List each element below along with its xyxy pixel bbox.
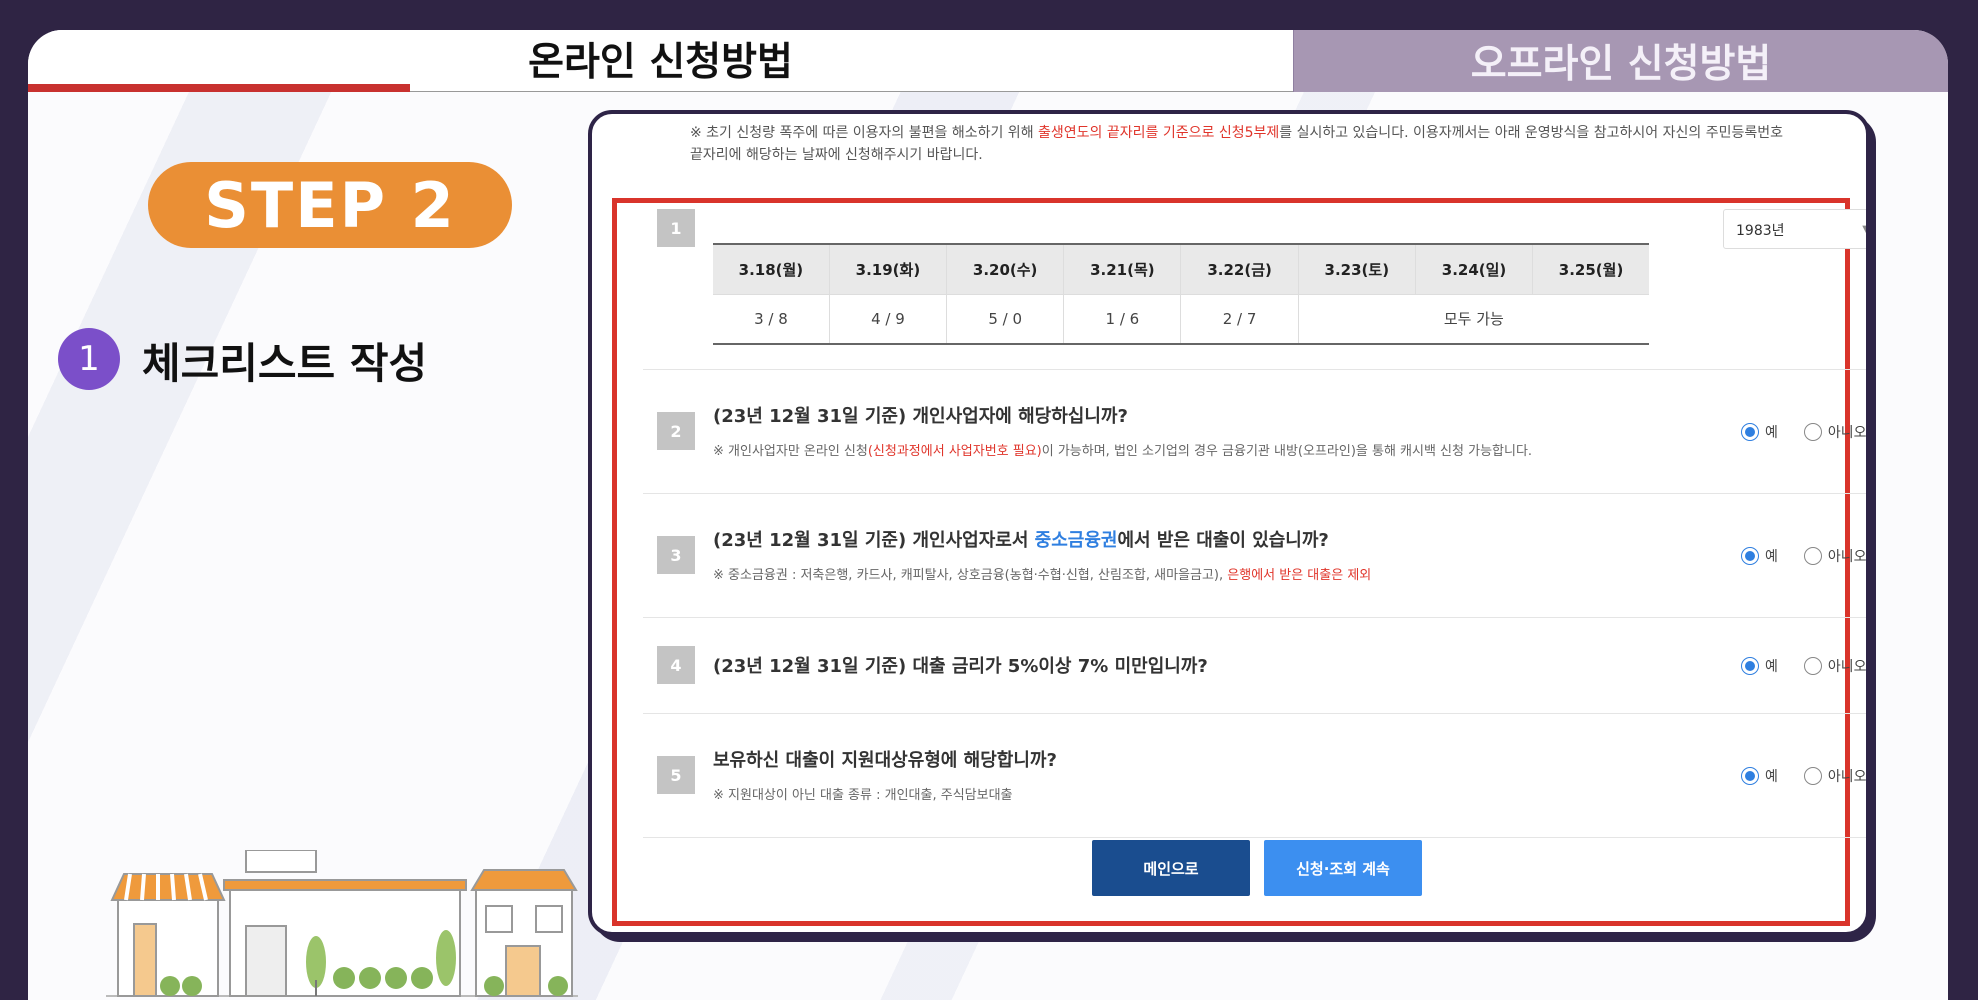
radio-selected-icon[interactable] bbox=[1741, 657, 1759, 675]
schedule-header: 3.18(월) bbox=[713, 244, 830, 294]
question-number: 5 bbox=[670, 765, 682, 785]
main-button[interactable]: 메인으로 bbox=[1092, 840, 1250, 896]
question-row-2: 2 (23년 12월 31일 기준) 개인사업자에 해당하십니까? ※ 개인사업… bbox=[643, 370, 1867, 494]
notice-text: ※ 초기 신청량 폭주에 따른 이용자의 불편을 해소하기 위해 출생연도의 끝… bbox=[690, 122, 1790, 166]
question-number: 2 bbox=[670, 421, 682, 441]
radio-no-label: 아니오 bbox=[1827, 769, 1867, 785]
question-row-5: 5 보유하신 대출이 지원대상유형에 해당합니까? ※ 지원대상이 아닌 대출 … bbox=[643, 714, 1867, 838]
storefront-illustration bbox=[106, 850, 578, 997]
schedule-header: 3.22(금) bbox=[1180, 244, 1299, 294]
radio-group: 예 아니오 bbox=[1741, 422, 1867, 442]
schedule-header: 3.24(일) bbox=[1414, 244, 1533, 294]
radio-yes[interactable]: 예 bbox=[1741, 546, 1778, 566]
radio-selected-icon[interactable] bbox=[1741, 423, 1759, 441]
radio-unselected-icon[interactable] bbox=[1803, 657, 1822, 675]
question-row-4: 4 (23년 12월 31일 기준) 대출 금리가 5%이상 7% 미만입니까?… bbox=[643, 618, 1867, 714]
radio-yes-label: 예 bbox=[1765, 425, 1778, 441]
checklist-highlight-box: 1 1983년 ▼ 3.18(월) 3.19(화) 3.20(수) 3.21(목… bbox=[612, 198, 1866, 926]
radio-group: 예 아니오 bbox=[1741, 546, 1867, 566]
schedule-cell: 3 / 8 bbox=[713, 293, 830, 344]
radio-no[interactable]: 아니오 bbox=[1803, 546, 1867, 566]
chevron-down-icon: ▼ bbox=[1862, 224, 1870, 235]
radio-yes[interactable]: 예 bbox=[1741, 656, 1778, 676]
question-note: ※ 지원대상이 아닌 대출 종류 : 개인대출, 주식담보대출 bbox=[713, 788, 1013, 803]
tab-offline-label: 오프라인 신청방법 bbox=[1470, 42, 1772, 87]
question-number-badge: 1 bbox=[657, 209, 695, 247]
question-title: (23년 12월 31일 기준) 대출 금리가 5%이상 7% 미만입니까? bbox=[713, 656, 1208, 677]
radio-yes[interactable]: 예 bbox=[1741, 422, 1778, 442]
radio-no-label: 아니오 bbox=[1827, 659, 1867, 675]
note-highlight: 은행에서 받은 대출은 제외 bbox=[1227, 568, 1372, 583]
schedule-table: 3.18(월) 3.19(화) 3.20(수) 3.21(목) 3.22(금) … bbox=[713, 243, 1649, 345]
radio-unselected-icon[interactable] bbox=[1803, 423, 1822, 441]
tab-offline-application[interactable]: 오프라인 신청방법 bbox=[1293, 30, 1948, 92]
radio-group: 예 아니오 bbox=[1741, 766, 1867, 786]
note-highlight: (신청과정에서 사업자번호 필요) bbox=[867, 444, 1042, 459]
checklist-panel: ※ 초기 신청량 폭주에 따른 이용자의 불편을 해소하기 위해 출생연도의 끝… bbox=[588, 110, 1870, 936]
schedule-cell: 4 / 9 bbox=[828, 293, 947, 344]
notice-prefix: ※ 초기 신청량 폭주에 따른 이용자의 불편을 해소하기 위해 bbox=[690, 125, 1039, 141]
question-row-3: 3 (23년 12월 31일 기준) 개인사업자로서 중소금융권에서 받은 대출… bbox=[643, 494, 1867, 618]
question-number: 3 bbox=[670, 545, 682, 565]
title-suffix: 에서 받은 대출이 있습니까? bbox=[1117, 530, 1329, 551]
checklist-number: 1 bbox=[78, 339, 100, 379]
radio-no[interactable]: 아니오 bbox=[1803, 656, 1867, 676]
question-number-badge: 4 bbox=[657, 646, 695, 684]
schedule-cell: 2 / 7 bbox=[1180, 293, 1299, 344]
checklist-number-badge: 1 bbox=[58, 328, 120, 390]
schedule-cell-weekend: 모두 가능 bbox=[1297, 293, 1649, 344]
question-row-1: 1 1983년 ▼ 3.18(월) 3.19(화) 3.20(수) 3.21(목… bbox=[643, 203, 1870, 370]
birth-year-select[interactable]: 1983년 ▼ bbox=[1723, 209, 1870, 249]
radio-no[interactable]: 아니오 bbox=[1803, 422, 1867, 442]
radio-no-label: 아니오 bbox=[1827, 425, 1867, 441]
step-label: STEP 2 bbox=[204, 168, 456, 242]
radio-no-label: 아니오 bbox=[1827, 549, 1867, 565]
radio-yes[interactable]: 예 bbox=[1741, 766, 1778, 786]
question-title: (23년 12월 31일 기준) 개인사업자로서 중소금융권에서 받은 대출이 … bbox=[713, 526, 1329, 552]
tab-online-label: 온라인 신청방법 bbox=[528, 39, 793, 85]
radio-no[interactable]: 아니오 bbox=[1803, 766, 1867, 786]
main-button-label: 메인으로 bbox=[1143, 859, 1199, 878]
checklist-title: 체크리스트 작성 bbox=[142, 339, 428, 388]
question-number-badge: 2 bbox=[657, 412, 695, 450]
radio-yes-label: 예 bbox=[1765, 549, 1778, 565]
note-prefix: ※ 중소금융권 : 저축은행, 카드사, 캐피탈사, 상호금융(농협·수협·신협… bbox=[713, 568, 1228, 583]
schedule-header: 3.23(토) bbox=[1297, 244, 1416, 294]
title-highlight: 중소금융권 bbox=[1034, 530, 1118, 551]
question-number: 4 bbox=[670, 655, 682, 675]
continue-application-button[interactable]: 신청·조회 계속 bbox=[1264, 840, 1422, 896]
tab-online-application[interactable]: 온라인 신청방법 bbox=[28, 30, 1293, 92]
schedule-header: 3.20(수) bbox=[946, 244, 1064, 294]
continue-button-label: 신청·조회 계속 bbox=[1296, 859, 1390, 878]
radio-unselected-icon[interactable] bbox=[1803, 547, 1822, 565]
radio-yes-label: 예 bbox=[1765, 769, 1778, 785]
question-note: ※ 개인사업자만 온라인 신청(신청과정에서 사업자번호 필요)이 가능하며, … bbox=[713, 440, 1532, 459]
notice-highlight: 출생연도의 끝자리를 기준으로 신청5부제 bbox=[1038, 125, 1280, 141]
schedule-cell: 5 / 0 bbox=[946, 293, 1064, 344]
schedule-header-row: 3.18(월) 3.19(화) 3.20(수) 3.21(목) 3.22(금) … bbox=[713, 244, 1649, 294]
birth-year-value: 1983년 bbox=[1736, 223, 1785, 239]
schedule-cell: 1 / 6 bbox=[1063, 293, 1181, 344]
note-prefix: ※ 개인사업자만 온라인 신청 bbox=[713, 444, 868, 459]
note-suffix: 이 가능하며, 법인 소기업의 경우 금융기관 내방(오프라인)을 통해 캐시백… bbox=[1041, 444, 1533, 459]
question-number-badge: 3 bbox=[657, 536, 695, 574]
schedule-header: 3.19(화) bbox=[828, 244, 947, 294]
radio-yes-label: 예 bbox=[1765, 659, 1778, 675]
radio-group: 예 아니오 bbox=[1741, 656, 1867, 676]
question-title: (23년 12월 31일 기준) 개인사업자에 해당하십니까? bbox=[713, 406, 1128, 427]
title-prefix: (23년 12월 31일 기준) 개인사업자로서 bbox=[713, 530, 1035, 551]
schedule-header: 3.25(월) bbox=[1532, 244, 1649, 294]
question-note: ※ 중소금융권 : 저축은행, 카드사, 캐피탈사, 상호금융(농협·수협·신협… bbox=[713, 564, 1371, 583]
schedule-value-row: 3 / 8 4 / 9 5 / 0 1 / 6 2 / 7 모두 가능 bbox=[713, 293, 1649, 344]
question-number-badge: 5 bbox=[657, 756, 695, 794]
radio-selected-icon[interactable] bbox=[1741, 547, 1759, 565]
schedule-header: 3.21(목) bbox=[1063, 244, 1181, 294]
active-tab-indicator bbox=[28, 84, 410, 92]
radio-selected-icon[interactable] bbox=[1741, 767, 1759, 785]
question-title: 보유하신 대출이 지원대상유형에 해당합니까? bbox=[713, 750, 1057, 771]
question-number: 1 bbox=[670, 218, 682, 238]
radio-unselected-icon[interactable] bbox=[1803, 767, 1822, 785]
step-badge: STEP 2 bbox=[148, 162, 512, 248]
